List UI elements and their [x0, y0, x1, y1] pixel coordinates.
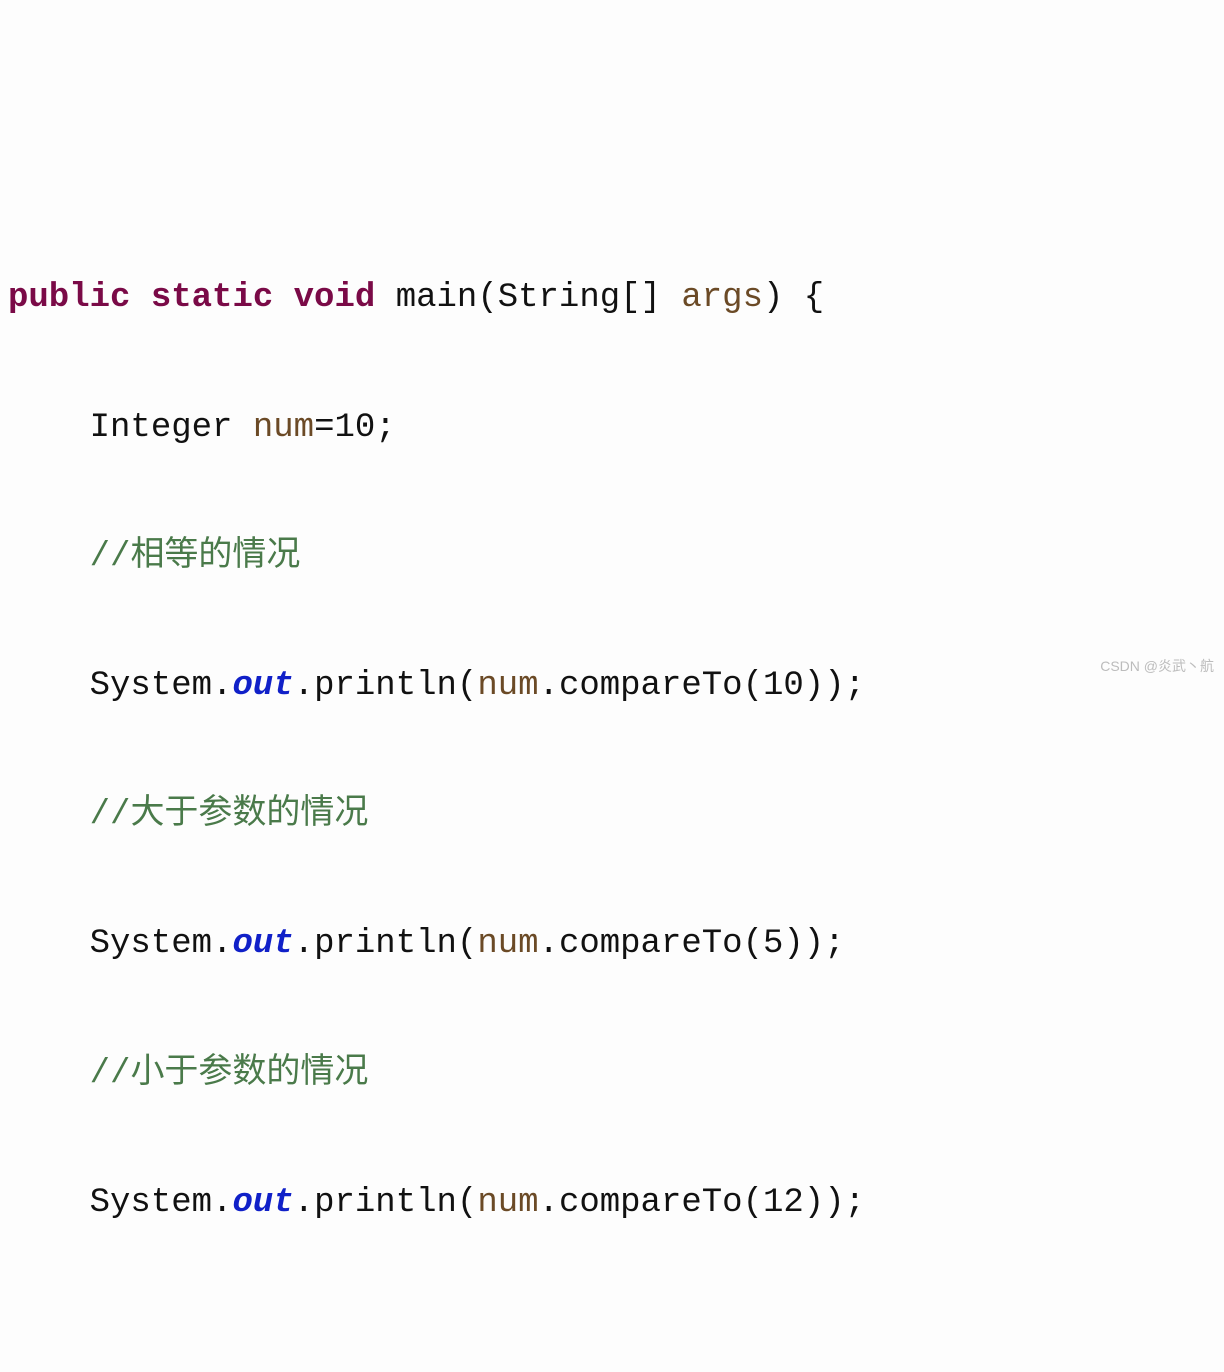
keyword-void: void [294, 279, 376, 317]
comment-marker: // [90, 538, 131, 576]
keyword-static: static [151, 279, 273, 317]
punct-eq: = [314, 409, 334, 447]
literal-5: 5 [763, 925, 783, 963]
punct-dot: . [539, 925, 559, 963]
code-line-2: Integer num=10; [8, 396, 1216, 461]
code-line-1: public static void main(String[] args) { [8, 266, 1216, 331]
punct-close: )); [783, 925, 844, 963]
param-args: args [681, 279, 763, 317]
code-line-4: System.out.println(num.compareTo(10)); [8, 654, 1216, 719]
field-out: out [232, 1184, 293, 1222]
code-line-6: System.out.println(num.compareTo(5)); [8, 912, 1216, 977]
var-num: num [477, 925, 538, 963]
punct-lparen: ( [743, 1184, 763, 1222]
method-main: main [396, 279, 478, 317]
watermark-text: CSDN @炎武丶航 [1100, 653, 1214, 680]
punct-dot: . [539, 1184, 559, 1222]
punct-dot: . [212, 925, 232, 963]
type-string-array: String[] [498, 279, 661, 317]
punct-semi: ; [375, 409, 395, 447]
punct-lparen: ( [743, 925, 763, 963]
var-num: num [477, 1184, 538, 1222]
class-system: System [90, 1184, 212, 1222]
var-num: num [253, 409, 314, 447]
punct-close: )); [804, 1184, 865, 1222]
code-line-blank [8, 1300, 1216, 1365]
code-line-8: System.out.println(num.compareTo(12)); [8, 1171, 1216, 1236]
punct-rparen-brace: ) { [763, 279, 824, 317]
punct-dot: . [212, 1184, 232, 1222]
punct-lparen: ( [457, 925, 477, 963]
comment-greater: 大于参数的情况 [130, 796, 368, 834]
method-compareto: compareTo [559, 925, 743, 963]
keyword-public: public [8, 279, 130, 317]
type-integer: Integer [90, 409, 233, 447]
literal-12: 12 [763, 1184, 804, 1222]
method-compareto: compareTo [559, 1184, 743, 1222]
comment-equal: 相等的情况 [130, 538, 300, 576]
punct-dot: . [294, 1184, 314, 1222]
field-out: out [232, 925, 293, 963]
comment-marker: // [90, 796, 131, 834]
punct-lparen: ( [457, 1184, 477, 1222]
literal-10: 10 [334, 409, 375, 447]
code-line-5: //大于参数的情况 [8, 783, 1216, 848]
comment-marker: // [90, 1055, 131, 1093]
method-println: println [314, 1184, 457, 1222]
punct-lparen: ( [477, 279, 497, 317]
code-line-3: //相等的情况 [8, 525, 1216, 590]
code-line-7: //小于参数的情况 [8, 1042, 1216, 1107]
comment-less: 小于参数的情况 [130, 1055, 368, 1093]
class-system: System [90, 925, 212, 963]
punct-dot: . [294, 925, 314, 963]
method-println: println [314, 925, 457, 963]
